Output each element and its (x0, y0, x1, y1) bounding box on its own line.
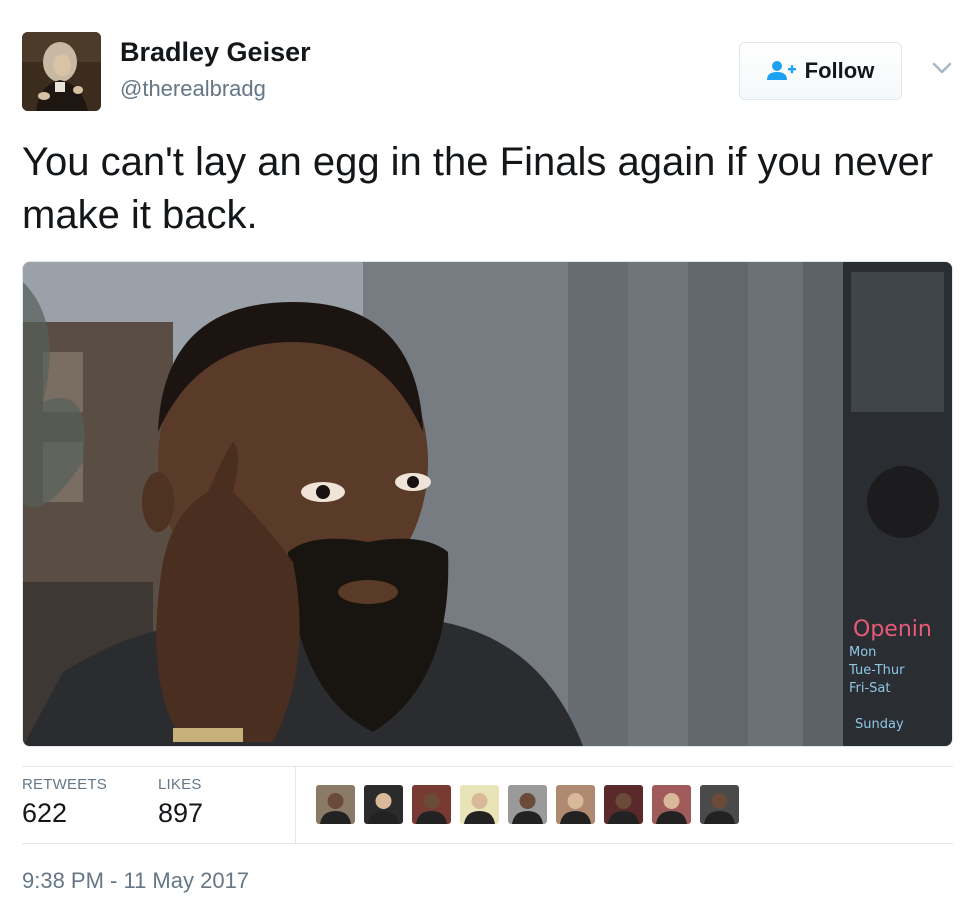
meme-photo-image: Openin Mon Tue-Thur Fri-Sat Sunday (23, 262, 952, 746)
liker-avatar-image (364, 785, 403, 824)
stats-divider-top (22, 766, 953, 767)
liker-avatar[interactable] (604, 785, 643, 824)
follow-button-label: Follow (804, 58, 875, 83)
liker-avatar[interactable] (556, 785, 595, 824)
liker-avatar-image (460, 785, 499, 824)
shop-sign-text: Mon (849, 645, 876, 660)
liker-avatar[interactable] (364, 785, 403, 824)
liker-avatar-image (604, 785, 643, 824)
retweets-count: 622 (22, 798, 68, 828)
tweet-text: You can't lay an egg in the Finals again… (22, 140, 934, 237)
liker-avatar-image (508, 785, 547, 824)
likers-avatars (316, 785, 739, 824)
user-handle[interactable]: @therealbradg (120, 76, 266, 102)
tweet-card: Bradley Geiser @therealbradg Follow You … (0, 0, 975, 903)
retweets-label: RETWEETS (22, 776, 107, 793)
liker-avatar-image (412, 785, 451, 824)
chevron-down-icon (932, 62, 952, 74)
likes-stat[interactable]: LIKES 897 (158, 776, 203, 829)
shop-sign-text: Tue-Thur (848, 663, 905, 678)
liker-avatar-image (556, 785, 595, 824)
liker-avatar-image (700, 785, 739, 824)
liker-avatar-image (652, 785, 691, 824)
retweets-stat[interactable]: RETWEETS 622 (22, 776, 107, 829)
shop-sign-text: Openin (853, 617, 932, 642)
liker-avatar[interactable] (316, 785, 355, 824)
follow-button[interactable]: Follow (739, 42, 902, 100)
user-avatar[interactable] (22, 32, 101, 111)
shop-sign-text: Sunday (855, 717, 904, 732)
shop-sign-text: Fri-Sat (849, 681, 891, 696)
tweet-photo[interactable]: Openin Mon Tue-Thur Fri-Sat Sunday (22, 261, 953, 747)
liker-avatar[interactable] (460, 785, 499, 824)
stats-divider-bottom (22, 843, 953, 844)
liker-avatar[interactable] (508, 785, 547, 824)
stats-vertical-divider (295, 767, 296, 843)
likes-label: LIKES (158, 776, 202, 793)
liker-avatar[interactable] (412, 785, 451, 824)
more-options-button[interactable] (931, 60, 953, 76)
liker-avatar[interactable] (652, 785, 691, 824)
tweet-timestamp[interactable]: 9:38 PM - 11 May 2017 (22, 868, 249, 894)
follow-user-icon (766, 61, 796, 80)
portrait-avatar-icon (22, 32, 101, 111)
liker-avatar[interactable] (700, 785, 739, 824)
liker-avatar-image (316, 785, 355, 824)
likes-count: 897 (158, 798, 204, 828)
display-name[interactable]: Bradley Geiser (120, 37, 311, 68)
